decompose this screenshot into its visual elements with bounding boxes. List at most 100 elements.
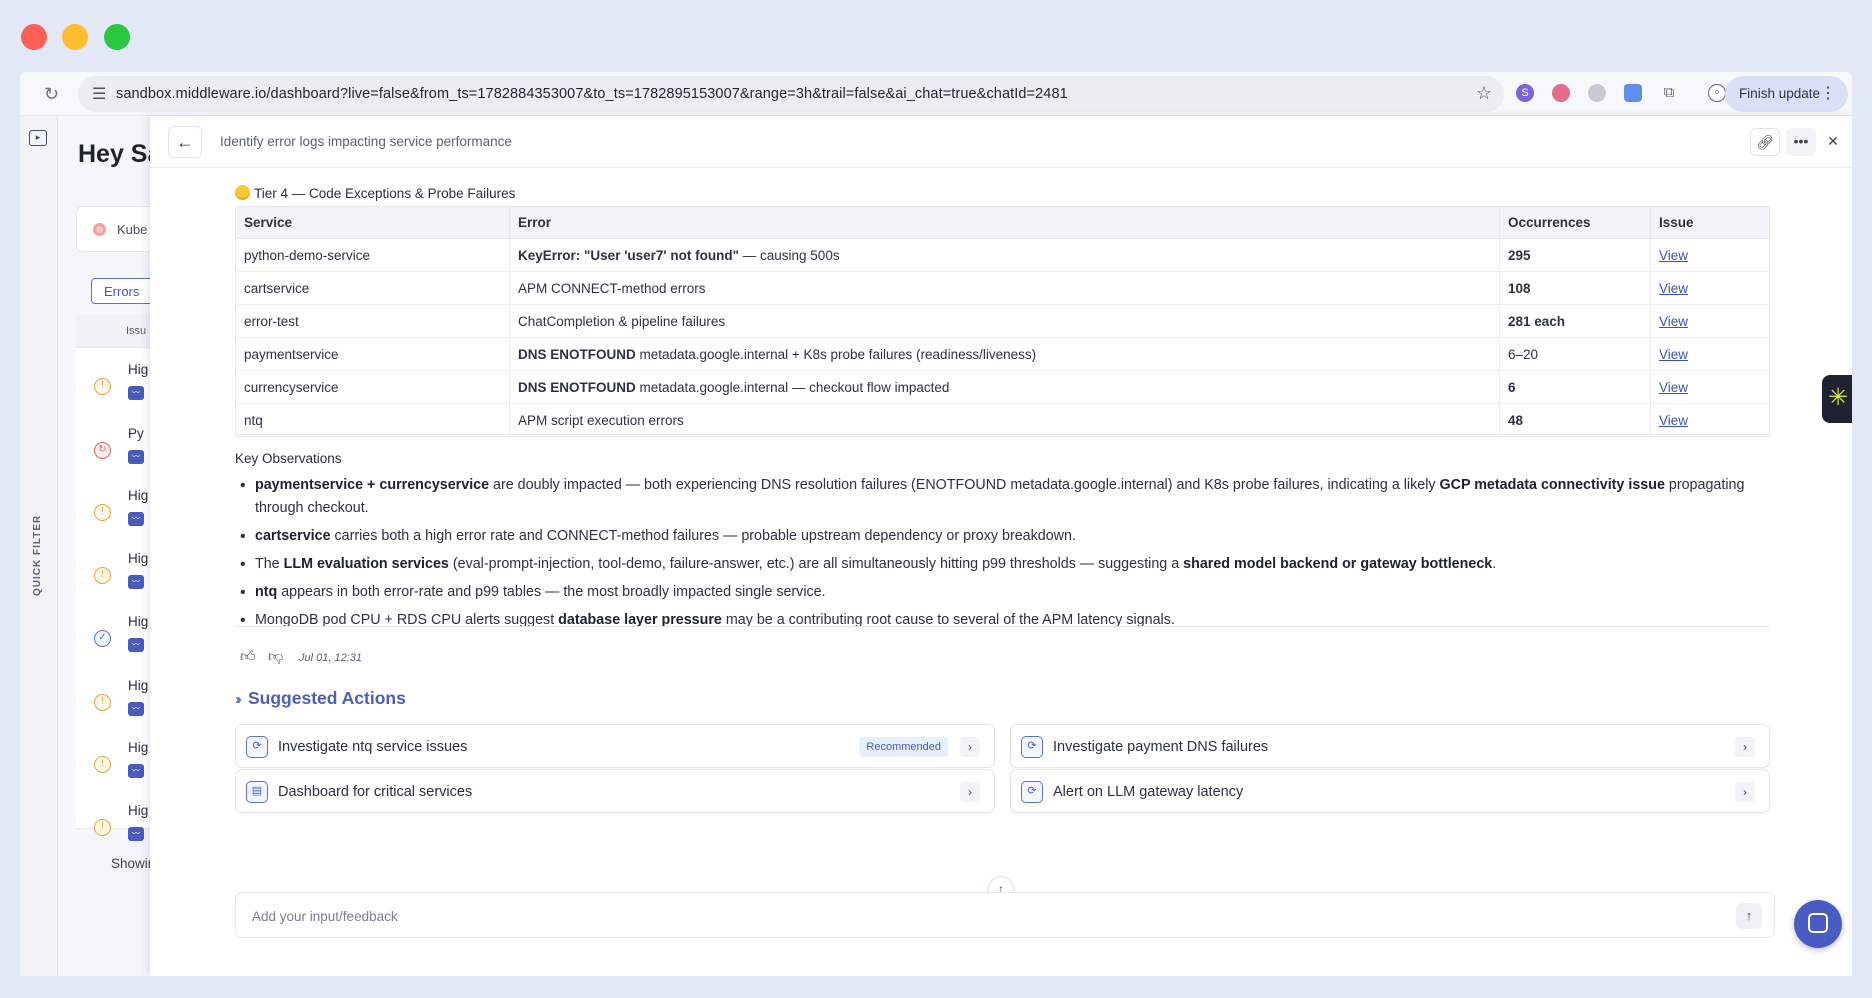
chevrons-icon: ››› <box>235 691 242 708</box>
feedback-input[interactable] <box>252 905 1652 927</box>
issue-cell: View <box>1650 370 1770 404</box>
observation-emphasis: paymentservice + currencyservice <box>255 477 490 493</box>
window-minimize-dot[interactable] <box>62 24 88 50</box>
tier-heading: Tier 4 — Code Exceptions & Probe Failure… <box>235 185 515 201</box>
view-issue-link[interactable]: View <box>1659 314 1688 329</box>
column-header-service: Service <box>235 206 510 239</box>
table-row: error-test ChatCompletion & pipeline fail… <box>235 304 1770 338</box>
warning-severity-icon: ! <box>94 694 111 711</box>
chevron-right-icon: › <box>1735 737 1755 757</box>
dashboard-critical-services-button[interactable]: ▤ Dashboard for critical services › <box>235 769 995 813</box>
bookmark-star-icon[interactable]: ☆ <box>1476 83 1492 104</box>
extension-s-icon[interactable]: S <box>1516 84 1534 102</box>
back-button[interactable]: ← <box>168 126 202 158</box>
occurrences-cell: 48 <box>1499 403 1651 437</box>
view-issue-link[interactable]: View <box>1659 413 1688 428</box>
investigate-icon: ⟳ <box>1021 736 1043 758</box>
service-cell: python-demo-service <box>235 238 510 272</box>
error-cell: APM CONNECT-method errors <box>509 271 1500 305</box>
occurrences-cell: 281 each <box>1499 304 1651 338</box>
finish-update-button[interactable]: Finish update ⋮ <box>1724 76 1848 112</box>
chevron-right-icon: › <box>960 737 980 757</box>
extension-cloud-icon[interactable] <box>1588 84 1606 102</box>
critical-severity-icon: ↻ <box>94 442 111 459</box>
error-cell: APM script execution errors <box>509 403 1500 437</box>
error-cell-text: ChatCompletion & pipeline failures <box>518 313 726 329</box>
error-cell: DNS ENOTFOUND metadata.google.internal —… <box>509 370 1500 404</box>
side-widget-tab[interactable]: ✳ <box>1822 375 1852 423</box>
observation-text: are doubly impacted — both experiencing … <box>489 477 1440 493</box>
error-table-header: Service Error Occurrences Issue <box>235 206 1770 239</box>
close-panel-button[interactable]: ✕ <box>1818 128 1848 156</box>
alert-llm-latency-button[interactable]: ⟳ Alert on LLM gateway latency › <box>1010 769 1770 813</box>
extension-color-icon[interactable] <box>1552 84 1570 102</box>
site-settings-icon[interactable]: ☰ <box>92 84 106 104</box>
feedback-input-box: ↑ <box>235 892 1775 938</box>
warning-severity-icon: ! <box>94 378 111 395</box>
error-cell-text: APM CONNECT-method errors <box>518 280 706 296</box>
window-close-dot[interactable] <box>21 24 47 50</box>
error-table: Service Error Occurrences Issue python-d… <box>235 206 1770 437</box>
window-zoom-dot[interactable] <box>104 24 130 50</box>
reload-icon[interactable]: ↻ <box>44 84 59 105</box>
issues-column-header: Issu <box>126 325 147 337</box>
left-rail: ▸ QUICK FILTER <box>20 116 58 976</box>
service-cell: cartservice <box>235 271 510 305</box>
occurrences-cell: 6 <box>1499 370 1651 404</box>
action-label: Investigate payment DNS failures <box>1053 739 1269 755</box>
quick-filter-text: QUICK FILTER <box>32 514 43 596</box>
browser-window: ↻ ☰ sandbox.middleware.io/dashboard?live… <box>20 72 1852 976</box>
observations-list: paymentservice + currencyservice are dou… <box>235 474 1770 637</box>
sidebar-toggle-icon[interactable]: ▸ <box>29 130 47 146</box>
url-text[interactable]: sandbox.middleware.io/dashboard?live=fal… <box>116 86 1068 102</box>
extensions-puzzle-icon[interactable]: ⧉ <box>1660 84 1678 102</box>
issue-row-name: Hig <box>128 362 149 377</box>
thumbs-up-icon[interactable]: 👍︎ <box>240 648 256 666</box>
suggested-actions-text: Suggested Actions <box>248 688 406 708</box>
support-chat-button[interactable] <box>1794 900 1842 948</box>
browser-menu-icon[interactable]: ⋮ <box>1820 76 1836 112</box>
apm-tag-icon: 〰 <box>128 450 144 464</box>
column-header-issue: Issue <box>1650 206 1770 239</box>
yellow-circle-icon <box>235 185 250 200</box>
error-cell-text: metadata.google.internal + K8s probe fai… <box>635 346 1037 362</box>
issue-cell: View <box>1650 403 1770 437</box>
error-cell-text: APM script execution errors <box>518 412 684 428</box>
error-cell-text: metadata.google.internal — checkout flow… <box>635 379 950 395</box>
view-issue-link[interactable]: View <box>1659 347 1688 362</box>
issue-row-name: Hig <box>128 803 149 818</box>
issue-row-name: Hig <box>128 740 149 755</box>
profile-icon[interactable]: ◦ <box>1708 84 1726 102</box>
investigate-ntq-button[interactable]: ⟳ Investigate ntq service issues Recommend… <box>235 724 995 768</box>
issue-cell: View <box>1650 337 1770 371</box>
warning-severity-icon: ! <box>94 504 111 521</box>
apm-tag-icon: 〰 <box>128 575 144 589</box>
divider <box>235 626 1770 627</box>
error-cell-emphasis: DNS ENOTFOUND <box>518 379 636 395</box>
error-cell: ChatCompletion & pipeline failures <box>509 304 1500 338</box>
view-issue-link[interactable]: View <box>1659 281 1688 296</box>
observation-emphasis: shared model backend or gateway bottlene… <box>1183 556 1493 572</box>
observation-emphasis: ntq <box>255 584 278 600</box>
send-button[interactable]: ↑ <box>1736 903 1762 929</box>
more-options-button[interactable]: ••• <box>1786 128 1816 156</box>
investigate-payment-dns-button[interactable]: ⟳ Investigate payment DNS failures › <box>1010 724 1770 768</box>
error-cell-emphasis: KeyError: "User 'user7' not found" <box>518 247 740 263</box>
copy-link-button[interactable]: 🔗︎ <box>1750 128 1780 156</box>
service-cell: paymentservice <box>235 337 510 371</box>
address-bar[interactable]: ☰ sandbox.middleware.io/dashboard?live=f… <box>78 76 1504 112</box>
thumbs-down-icon[interactable]: 👎︎ <box>268 648 283 666</box>
extension-blue-icon[interactable] <box>1624 84 1642 102</box>
view-issue-link[interactable]: View <box>1659 380 1688 395</box>
error-cell: DNS ENOTFOUND metadata.google.internal +… <box>509 337 1500 371</box>
divider <box>235 434 1770 435</box>
apm-tag-icon: 〰 <box>128 638 144 652</box>
observation-text: appears in both error-rate and p99 table… <box>277 584 826 600</box>
issue-row-name: Hig <box>128 678 149 693</box>
warning-severity-icon: ! <box>94 819 111 836</box>
list-item: ntq appears in both error-rate and p99 t… <box>235 581 1770 604</box>
service-cell: ntq <box>235 403 510 437</box>
issue-cell: View <box>1650 271 1770 305</box>
view-issue-link[interactable]: View <box>1659 248 1688 263</box>
observations-title: Key Observations <box>235 451 342 466</box>
